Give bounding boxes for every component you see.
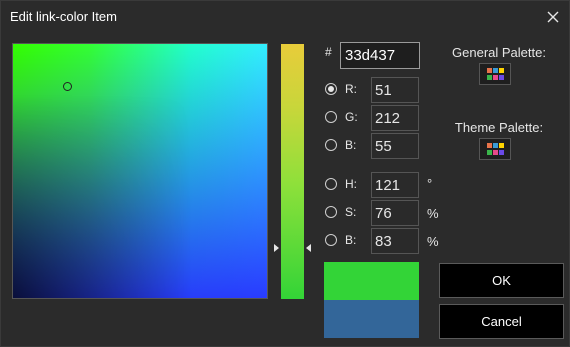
green-label: G: xyxy=(345,110,358,124)
general-palette-label: General Palette: xyxy=(452,45,546,60)
saturation-unit: % xyxy=(427,206,439,221)
general-palette-button[interactable] xyxy=(479,63,511,85)
palette-swatch xyxy=(487,143,492,148)
red-label: R: xyxy=(345,82,357,96)
color-picker-cursor[interactable] xyxy=(63,82,72,91)
brightness-label: B: xyxy=(345,233,357,247)
palette-swatch xyxy=(493,150,498,155)
current-color-preview[interactable] xyxy=(324,300,419,338)
theme-palette-label: Theme Palette: xyxy=(454,120,544,135)
palette-swatch xyxy=(499,68,504,73)
hue-unit: ° xyxy=(427,176,433,191)
cancel-button[interactable]: Cancel xyxy=(439,304,564,339)
hue-label: H: xyxy=(345,177,357,191)
edit-color-dialog: Edit link-color Item # R: G: B: H: ° S: … xyxy=(0,0,570,347)
radio-hue[interactable] xyxy=(325,178,337,190)
palette-swatch xyxy=(493,68,498,73)
palette-swatch xyxy=(493,75,498,80)
palette-swatch xyxy=(487,150,492,155)
new-color-preview xyxy=(324,262,419,300)
radio-saturation[interactable] xyxy=(325,206,337,218)
hue-slider[interactable] xyxy=(281,44,304,299)
saturation-value-square[interactable] xyxy=(12,43,268,299)
title-bar: Edit link-color Item xyxy=(1,1,569,33)
palette-swatch xyxy=(487,75,492,80)
hue-slider-left-arrow-icon[interactable] xyxy=(274,244,279,252)
palette-swatch xyxy=(493,143,498,148)
red-input[interactable] xyxy=(371,77,419,103)
palette-swatch xyxy=(499,150,504,155)
radio-red[interactable] xyxy=(325,83,337,95)
palette-swatch xyxy=(499,143,504,148)
ok-button[interactable]: OK xyxy=(439,263,564,298)
blue-input[interactable] xyxy=(371,133,419,159)
window-title: Edit link-color Item xyxy=(10,9,117,24)
radio-blue[interactable] xyxy=(325,139,337,151)
brightness-input[interactable] xyxy=(371,228,419,254)
hex-label: # xyxy=(325,45,332,59)
saturation-input[interactable] xyxy=(371,200,419,226)
radio-brightness[interactable] xyxy=(325,234,337,246)
blue-label: B: xyxy=(345,138,357,152)
palette-swatch xyxy=(499,75,504,80)
hue-slider-right-arrow-icon[interactable] xyxy=(306,244,311,252)
radio-green[interactable] xyxy=(325,111,337,123)
theme-palette-button[interactable] xyxy=(479,138,511,160)
hex-input[interactable] xyxy=(340,42,420,69)
saturation-label: S: xyxy=(345,205,357,219)
close-icon[interactable] xyxy=(543,7,563,27)
palette-swatch xyxy=(487,68,492,73)
green-input[interactable] xyxy=(371,105,419,131)
hue-input[interactable] xyxy=(371,172,419,198)
brightness-unit: % xyxy=(427,234,439,249)
